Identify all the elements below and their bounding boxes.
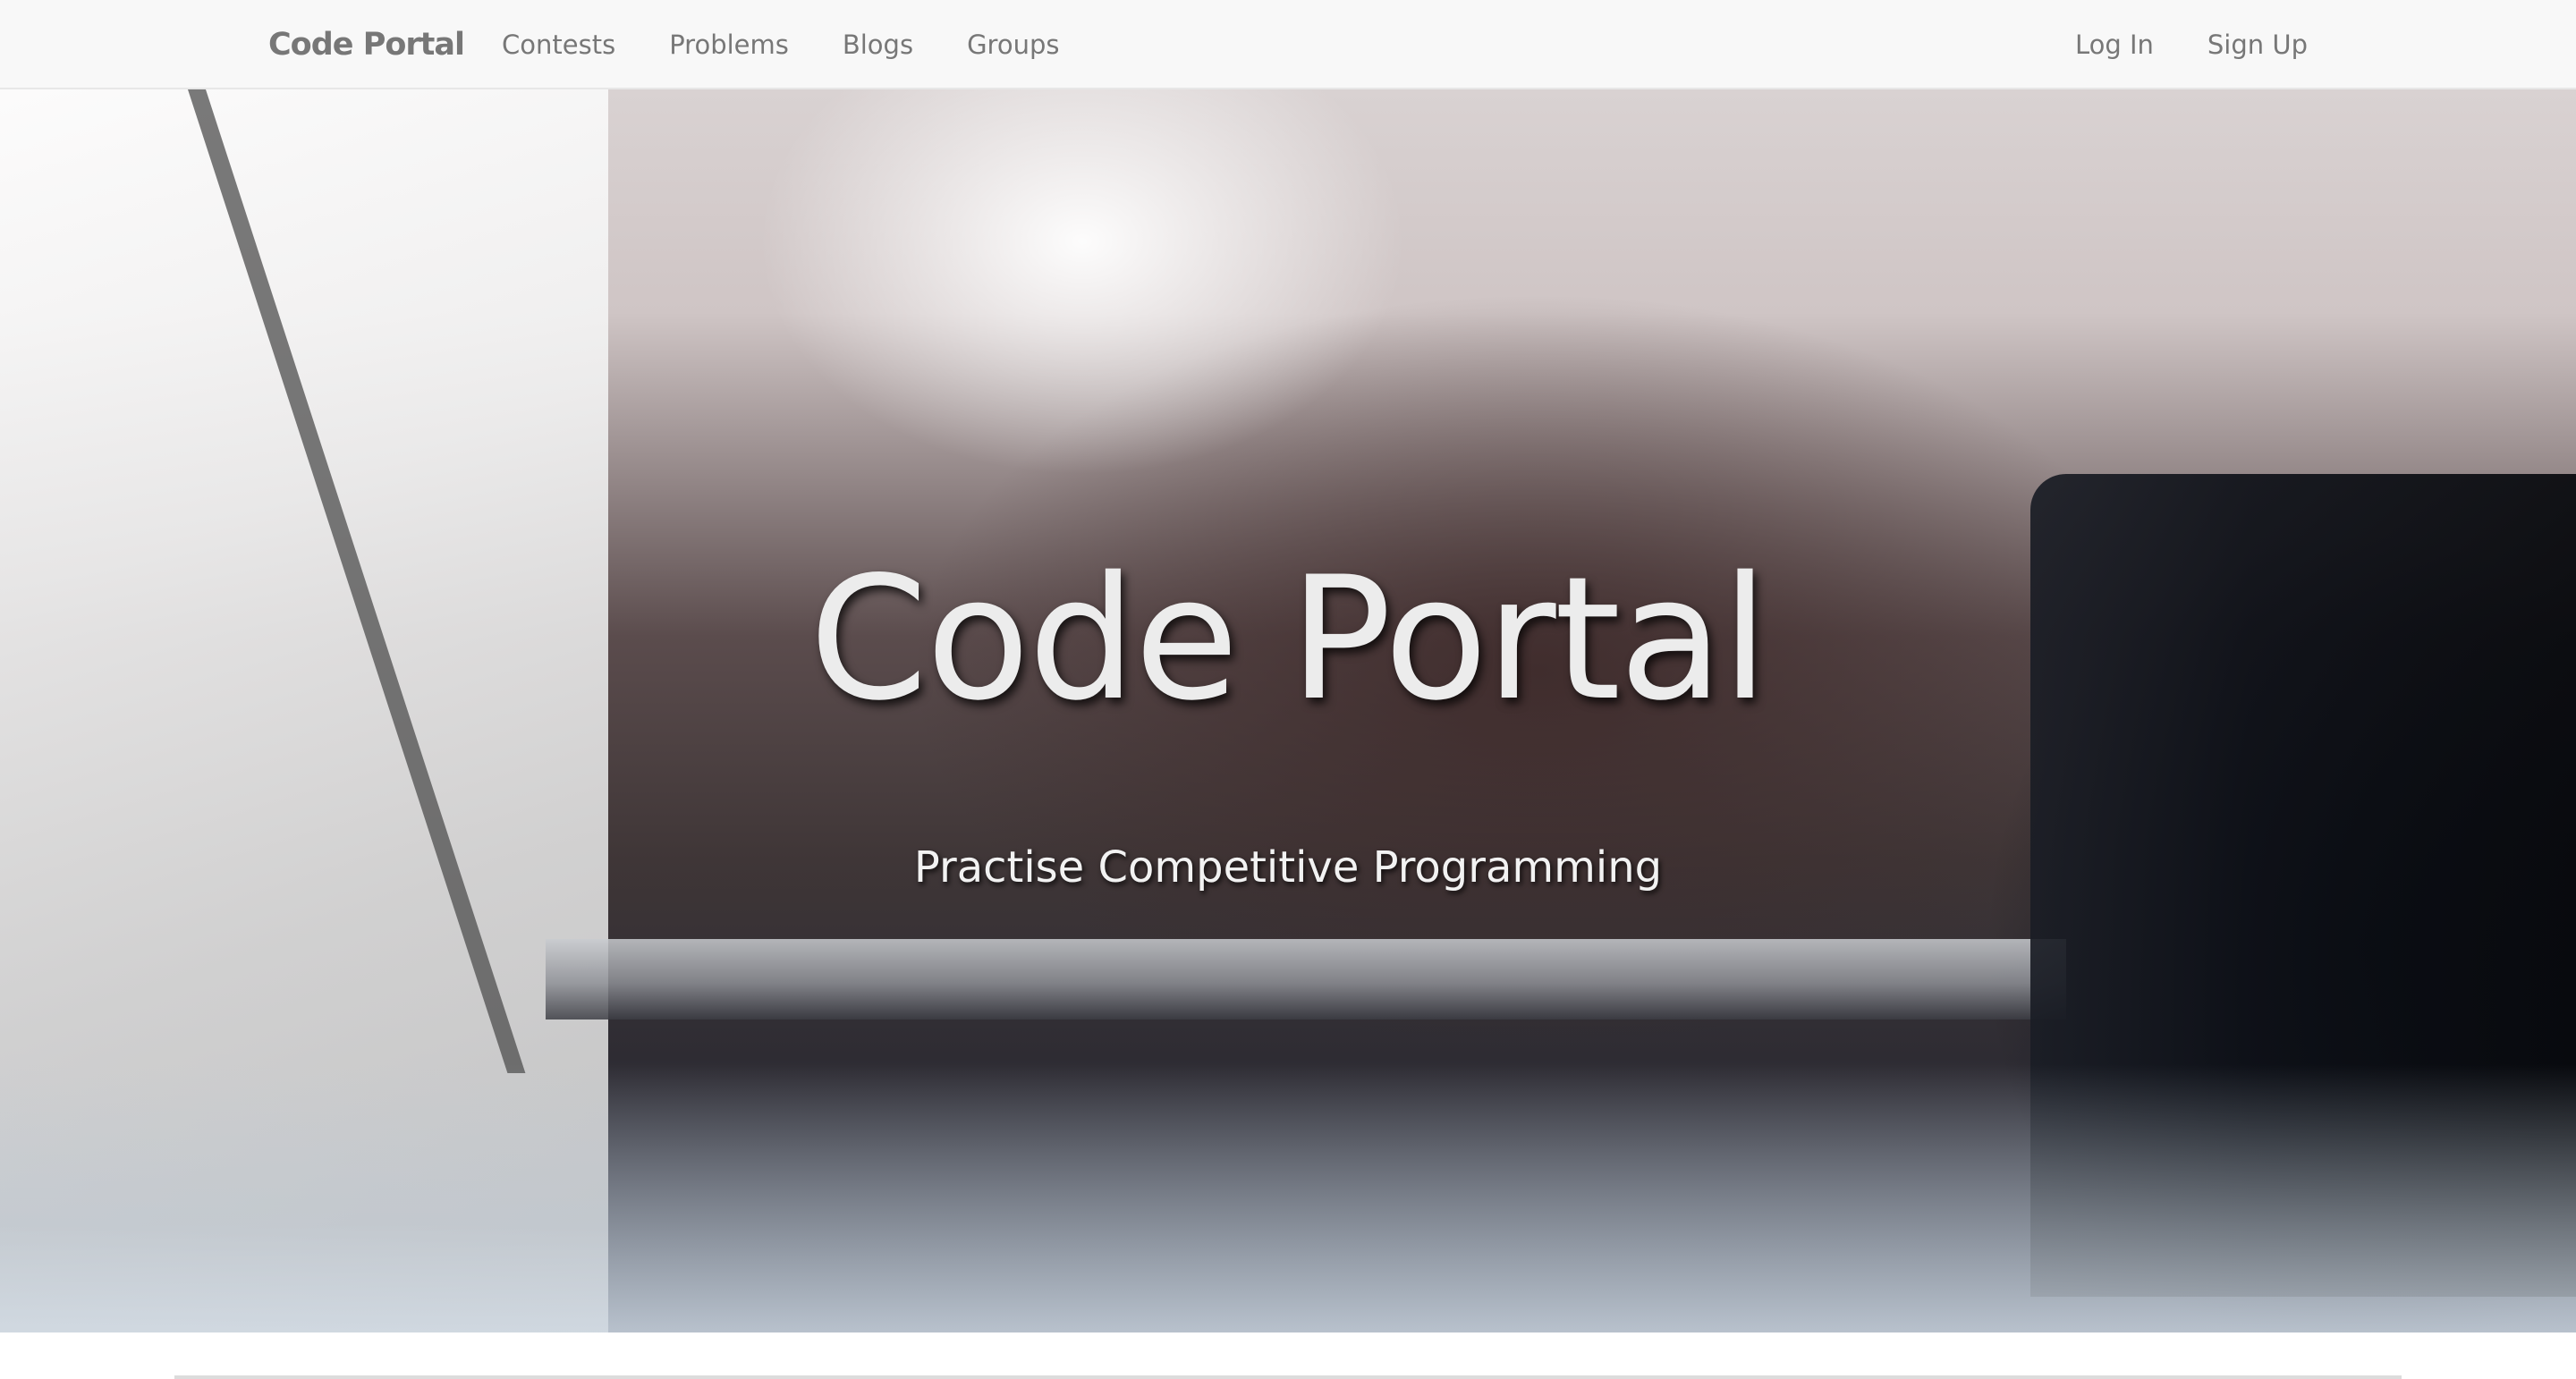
signup-link[interactable]: Sign Up [2207,30,2308,60]
content-area [0,1332,2576,1379]
content-divider [174,1375,2402,1379]
nav-link-contests[interactable]: Contests [502,30,615,60]
nav-link-groups[interactable]: Groups [967,30,1059,60]
top-navbar: Code Portal Contests Problems Blogs Grou… [0,0,2576,89]
nav-link-problems[interactable]: Problems [669,30,789,60]
auth-nav: Log In Sign Up [2075,0,2308,89]
login-link[interactable]: Log In [2075,30,2154,60]
hero-banner: Code Portal Practise Competitive Program… [0,89,2576,1332]
brand-logo[interactable]: Code Portal [268,0,465,89]
nav-link-blogs[interactable]: Blogs [843,30,913,60]
hero-title: Code Portal [809,540,1769,738]
main-nav: Contests Problems Blogs Groups [502,0,1059,89]
table-surface [0,1064,2576,1332]
hero-subtitle: Practise Competitive Programming [913,842,1663,893]
